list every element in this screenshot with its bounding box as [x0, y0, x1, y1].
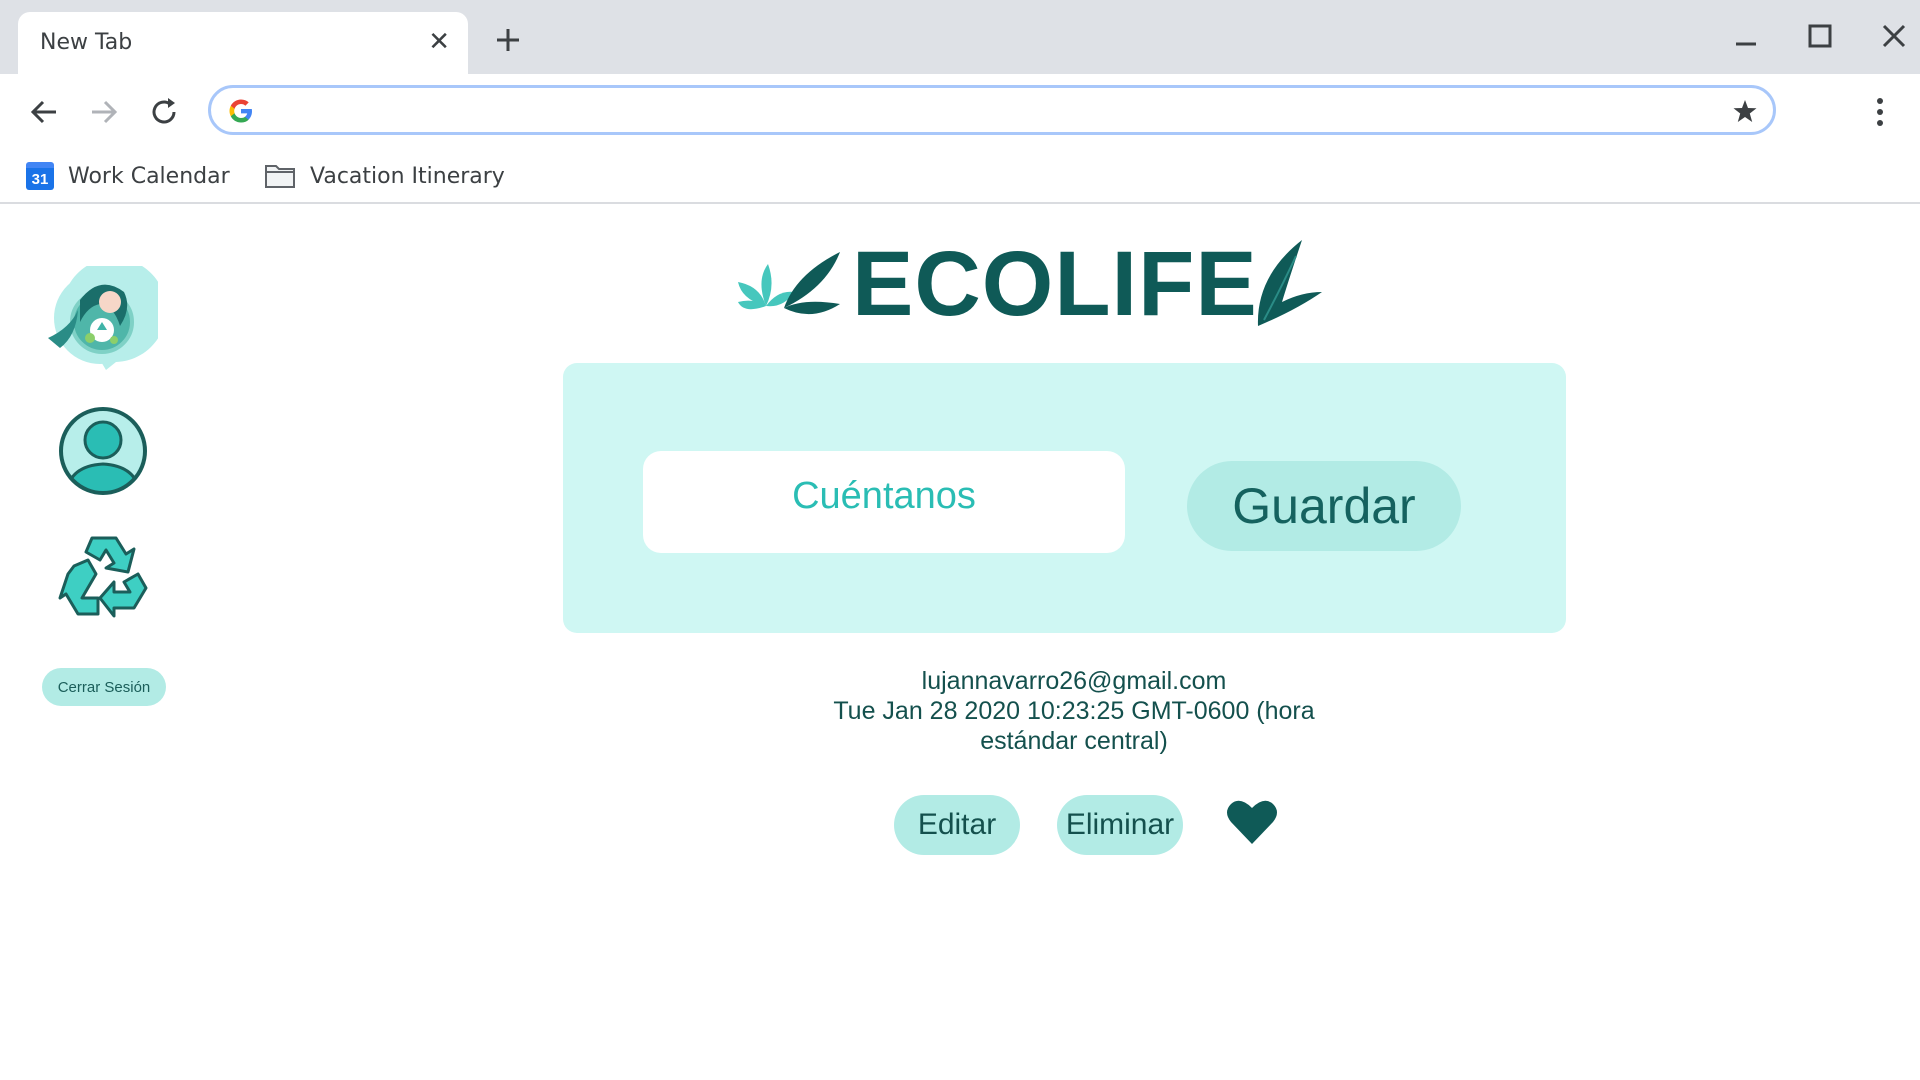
- plus-icon[interactable]: [492, 24, 524, 56]
- user-profile-icon[interactable]: [56, 404, 150, 498]
- leaf-icon: [1257, 240, 1322, 326]
- more-vert-icon[interactable]: [1862, 92, 1898, 132]
- browser-toolbar: [0, 74, 1920, 148]
- bookmark-star-icon[interactable]: [1731, 97, 1759, 125]
- address-bar[interactable]: [208, 85, 1776, 135]
- bookmarks-bar: 31 Work Calendar Vacation Itinerary: [0, 148, 1920, 204]
- back-arrow-icon[interactable]: [24, 92, 64, 132]
- bookmark-label: Work Calendar: [68, 163, 230, 189]
- calendar-icon: 31: [26, 162, 54, 190]
- bookmark-vacation-itinerary[interactable]: Vacation Itinerary: [264, 160, 505, 192]
- brand-header: ECOLIFE: [736, 230, 1336, 330]
- leaves-icon: [738, 252, 840, 315]
- address-input[interactable]: [271, 94, 1671, 126]
- ecolife-avatar-icon[interactable]: [40, 266, 158, 376]
- delete-button[interactable]: Eliminar: [1057, 795, 1183, 855]
- edit-button[interactable]: Editar: [894, 795, 1020, 855]
- close-icon[interactable]: ✕: [428, 28, 450, 54]
- story-input[interactable]: [643, 451, 1125, 553]
- recycle-icon[interactable]: [58, 530, 150, 620]
- post-meta: lujannavarro26@gmail.com Tue Jan 28 2020…: [800, 666, 1348, 756]
- browser-tab[interactable]: New Tab ✕: [18, 12, 468, 74]
- google-icon: [229, 99, 252, 123]
- post-timestamp: Tue Jan 28 2020 10:23:25 GMT-0600 (hora …: [833, 697, 1315, 755]
- window-close-icon[interactable]: [1874, 18, 1914, 58]
- bookmark-label: Vacation Itinerary: [310, 163, 505, 189]
- bookmark-work-calendar[interactable]: 31 Work Calendar: [26, 160, 230, 192]
- minimize-icon[interactable]: [1726, 18, 1766, 58]
- brand-name: ECOLIFE: [852, 233, 1258, 335]
- heart-icon[interactable]: [1226, 798, 1278, 846]
- save-button[interactable]: Guardar: [1187, 461, 1461, 551]
- maximize-icon[interactable]: [1800, 18, 1840, 58]
- logout-button[interactable]: Cerrar Sesión: [42, 668, 166, 706]
- tab-title: New Tab: [40, 30, 133, 55]
- post-email: lujannavarro26@gmail.com: [921, 667, 1227, 695]
- forward-arrow-icon[interactable]: [84, 92, 124, 132]
- tab-strip: New Tab ✕: [0, 0, 1920, 74]
- folder-icon: [265, 165, 295, 188]
- reload-icon[interactable]: [144, 92, 184, 132]
- composer-panel: Guardar: [563, 363, 1566, 633]
